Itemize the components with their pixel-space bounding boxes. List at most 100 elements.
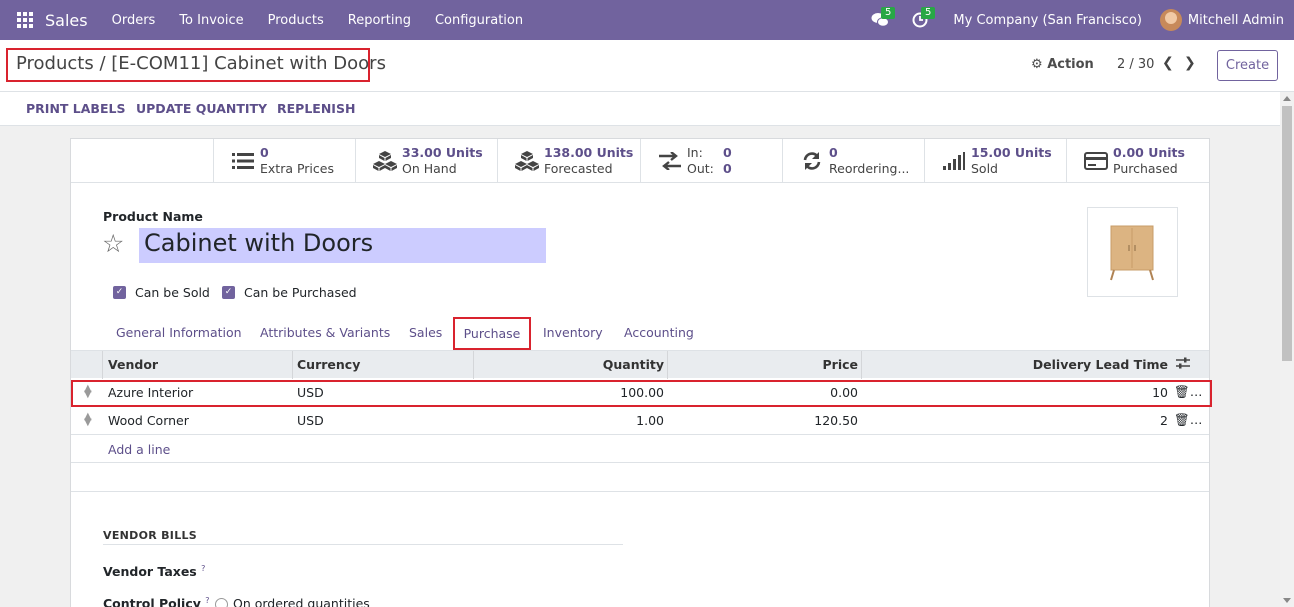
signal-icon: [939, 149, 969, 173]
tab-attributes-variants[interactable]: Attributes & Variants: [260, 325, 390, 340]
activities-button[interactable]: 5: [903, 0, 937, 40]
action-button[interactable]: ⚙ Action: [1031, 57, 1094, 72]
forecasted-label: Forecasted: [544, 161, 613, 176]
app-name[interactable]: Sales: [45, 11, 88, 30]
list-icon: [228, 149, 258, 173]
trash-icon[interactable]: 🗑…: [1174, 412, 1202, 428]
sold-button[interactable]: 15.00 Units Sold: [924, 139, 1067, 183]
create-button[interactable]: Create: [1217, 50, 1278, 81]
forecasted-value: 138.00 Units: [544, 145, 634, 160]
apps-grid-icon[interactable]: [17, 12, 33, 28]
quantity-cell[interactable]: 1.00: [636, 413, 664, 428]
on-hand-button[interactable]: 33.00 Units On Hand: [355, 139, 498, 183]
pager-value[interactable]: 2 / 30: [1117, 57, 1154, 72]
column-separator: [861, 351, 862, 379]
notebook-tabs: General Information Attributes & Variant…: [71, 313, 1209, 350]
user-menu[interactable]: Mitchell Admin: [1188, 13, 1284, 28]
menu-products[interactable]: Products: [256, 13, 336, 28]
column-delivery-lead-time[interactable]: Delivery Lead Time: [1033, 357, 1168, 372]
row-highlight-box: [71, 380, 1212, 407]
control-policy-label: Control Policy ?: [103, 596, 210, 607]
on-ordered-quantities-label[interactable]: On ordered quantities: [233, 596, 370, 607]
chevron-right-icon[interactable]: ❯: [1184, 55, 1196, 71]
help-tooltip-icon[interactable]: ?: [201, 564, 205, 573]
can-be-sold-checkbox[interactable]: ✓ Can be Sold: [113, 285, 210, 300]
breadcrumb: Products / [E-COM11] Cabinet with Doors: [6, 48, 386, 82]
optional-columns-icon[interactable]: [1176, 356, 1190, 373]
tab-purchase[interactable]: Purchase: [453, 317, 531, 350]
scrollbar[interactable]: [1280, 92, 1294, 607]
column-separator: [102, 351, 103, 379]
tab-sales[interactable]: Sales: [409, 325, 442, 340]
tab-inventory[interactable]: Inventory: [543, 325, 603, 340]
scroll-down-arrow[interactable]: [1283, 598, 1291, 603]
scroll-thumb[interactable]: [1282, 106, 1292, 361]
replenish-button[interactable]: REPLENISH: [277, 101, 355, 116]
control-policy-text: Control Policy: [103, 596, 201, 607]
menu-configuration[interactable]: Configuration: [423, 13, 535, 28]
currency-cell[interactable]: USD: [297, 413, 324, 428]
vendor-taxes-label: Vendor Taxes ?: [103, 564, 205, 579]
section-divider: [103, 544, 623, 545]
exchange-icon: [655, 149, 685, 173]
vendor-cell[interactable]: Wood Corner: [108, 413, 189, 428]
activities-badge: 5: [921, 7, 936, 19]
smart-buttons: 0 Extra Prices 33.00 Units On Hand 138.00 …: [71, 139, 1209, 183]
company-switcher[interactable]: My Company (San Francisco): [953, 13, 1141, 28]
lead-time-cell[interactable]: 2: [1160, 413, 1168, 428]
breadcrumb-current: [E-COM11] Cabinet with Doors: [111, 53, 386, 74]
divider: [71, 491, 1209, 492]
table-row-empty: [71, 435, 1209, 463]
table-row[interactable]: ▲ ▼ Wood Corner USD 1.00 120.50 2 🗑…: [71, 407, 1209, 435]
scroll-up-arrow[interactable]: [1283, 96, 1291, 101]
add-line-link[interactable]: Add a line: [108, 442, 170, 457]
help-tooltip-icon[interactable]: ?: [205, 596, 209, 605]
column-price[interactable]: Price: [823, 357, 859, 372]
reordering-label: Reordering...: [829, 161, 910, 176]
extra-prices-button[interactable]: 0 Extra Prices: [213, 139, 356, 183]
column-quantity[interactable]: Quantity: [603, 357, 664, 372]
in-value: 0: [723, 145, 732, 160]
reordering-value: 0: [829, 145, 838, 160]
statusbar: PRINT LABELS UPDATE QUANTITY REPLENISH: [0, 92, 1280, 126]
credit-card-icon: [1081, 149, 1111, 173]
can-be-purchased-label: Can be Purchased: [244, 285, 357, 300]
in-out-button[interactable]: In: 0 Out: 0: [640, 139, 783, 183]
form-sheet: 0 Extra Prices 33.00 Units On Hand 138.00 …: [70, 138, 1212, 607]
print-labels-button[interactable]: PRINT LABELS: [26, 101, 125, 116]
control-panel: Products / [E-COM11] Cabinet with Doors …: [0, 40, 1294, 92]
menu-reporting[interactable]: Reporting: [336, 13, 423, 28]
star-icon[interactable]: ☆: [102, 229, 124, 258]
chevron-left-icon[interactable]: ❮: [1162, 55, 1174, 71]
forecasted-button[interactable]: 138.00 Units Forecasted: [497, 139, 640, 183]
tab-accounting[interactable]: Accounting: [624, 325, 694, 340]
menu-orders[interactable]: Orders: [100, 13, 168, 28]
drag-handle-icon[interactable]: ▲ ▼: [84, 412, 92, 428]
avatar[interactable]: [1159, 9, 1182, 31]
product-name-input[interactable]: Cabinet with Doors: [139, 228, 546, 263]
breadcrumb-separator: /: [99, 53, 106, 74]
cubes-icon: [370, 149, 400, 173]
breadcrumb-products-link[interactable]: Products: [16, 53, 94, 74]
refresh-icon: [797, 149, 827, 173]
column-separator: [473, 351, 474, 379]
update-quantity-button[interactable]: UPDATE QUANTITY: [136, 101, 267, 116]
tab-general-information[interactable]: General Information: [116, 325, 242, 340]
messages-badge: 5: [881, 7, 896, 19]
in-out-values: In: 0 Out: 0: [687, 145, 743, 177]
menu-to-invoice[interactable]: To Invoice: [167, 13, 255, 28]
can-be-purchased-checkbox[interactable]: ✓ Can be Purchased: [222, 285, 357, 300]
price-cell[interactable]: 120.50: [814, 413, 858, 428]
top-navbar: Sales Orders To Invoice Products Reporti…: [0, 0, 1294, 40]
column-vendor[interactable]: Vendor: [108, 357, 158, 372]
column-currency[interactable]: Currency: [297, 357, 360, 372]
product-image[interactable]: [1087, 207, 1178, 297]
check-icon: ✓: [222, 286, 235, 299]
messages-button[interactable]: 5: [863, 0, 897, 40]
reordering-button[interactable]: 0 Reordering...: [782, 139, 925, 183]
purchased-button[interactable]: 0.00 Units Purchased: [1066, 139, 1209, 183]
purchased-value: 0.00 Units: [1113, 145, 1185, 160]
on-ordered-quantities-radio[interactable]: [215, 598, 228, 607]
purchased-label: Purchased: [1113, 161, 1178, 176]
vendor-bills-title: VENDOR BILLS: [103, 529, 198, 542]
